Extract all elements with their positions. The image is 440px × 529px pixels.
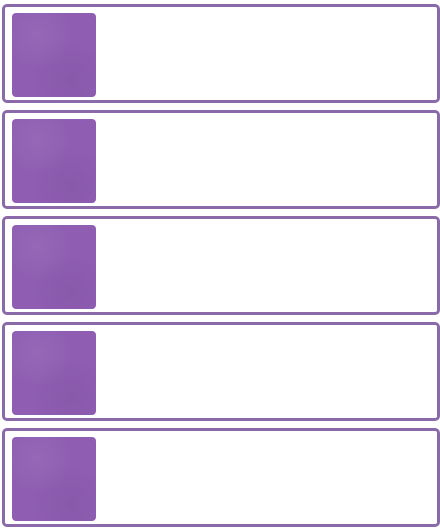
list-item[interactable] — [2, 216, 440, 315]
list-item-content — [105, 225, 429, 306]
list-item[interactable] — [2, 110, 440, 209]
list-item-content — [105, 437, 429, 518]
thumbnail-image — [12, 119, 96, 203]
list-item-content — [105, 119, 429, 200]
thumbnail-image — [12, 331, 96, 415]
card-list — [0, 0, 440, 529]
thumbnail-image — [12, 437, 96, 521]
list-item[interactable] — [2, 428, 440, 527]
list-item-content — [105, 331, 429, 412]
thumbnail-image — [12, 225, 96, 309]
list-item[interactable] — [2, 4, 440, 103]
list-item[interactable] — [2, 322, 440, 421]
thumbnail-image — [12, 13, 96, 97]
list-item-content — [105, 13, 429, 94]
